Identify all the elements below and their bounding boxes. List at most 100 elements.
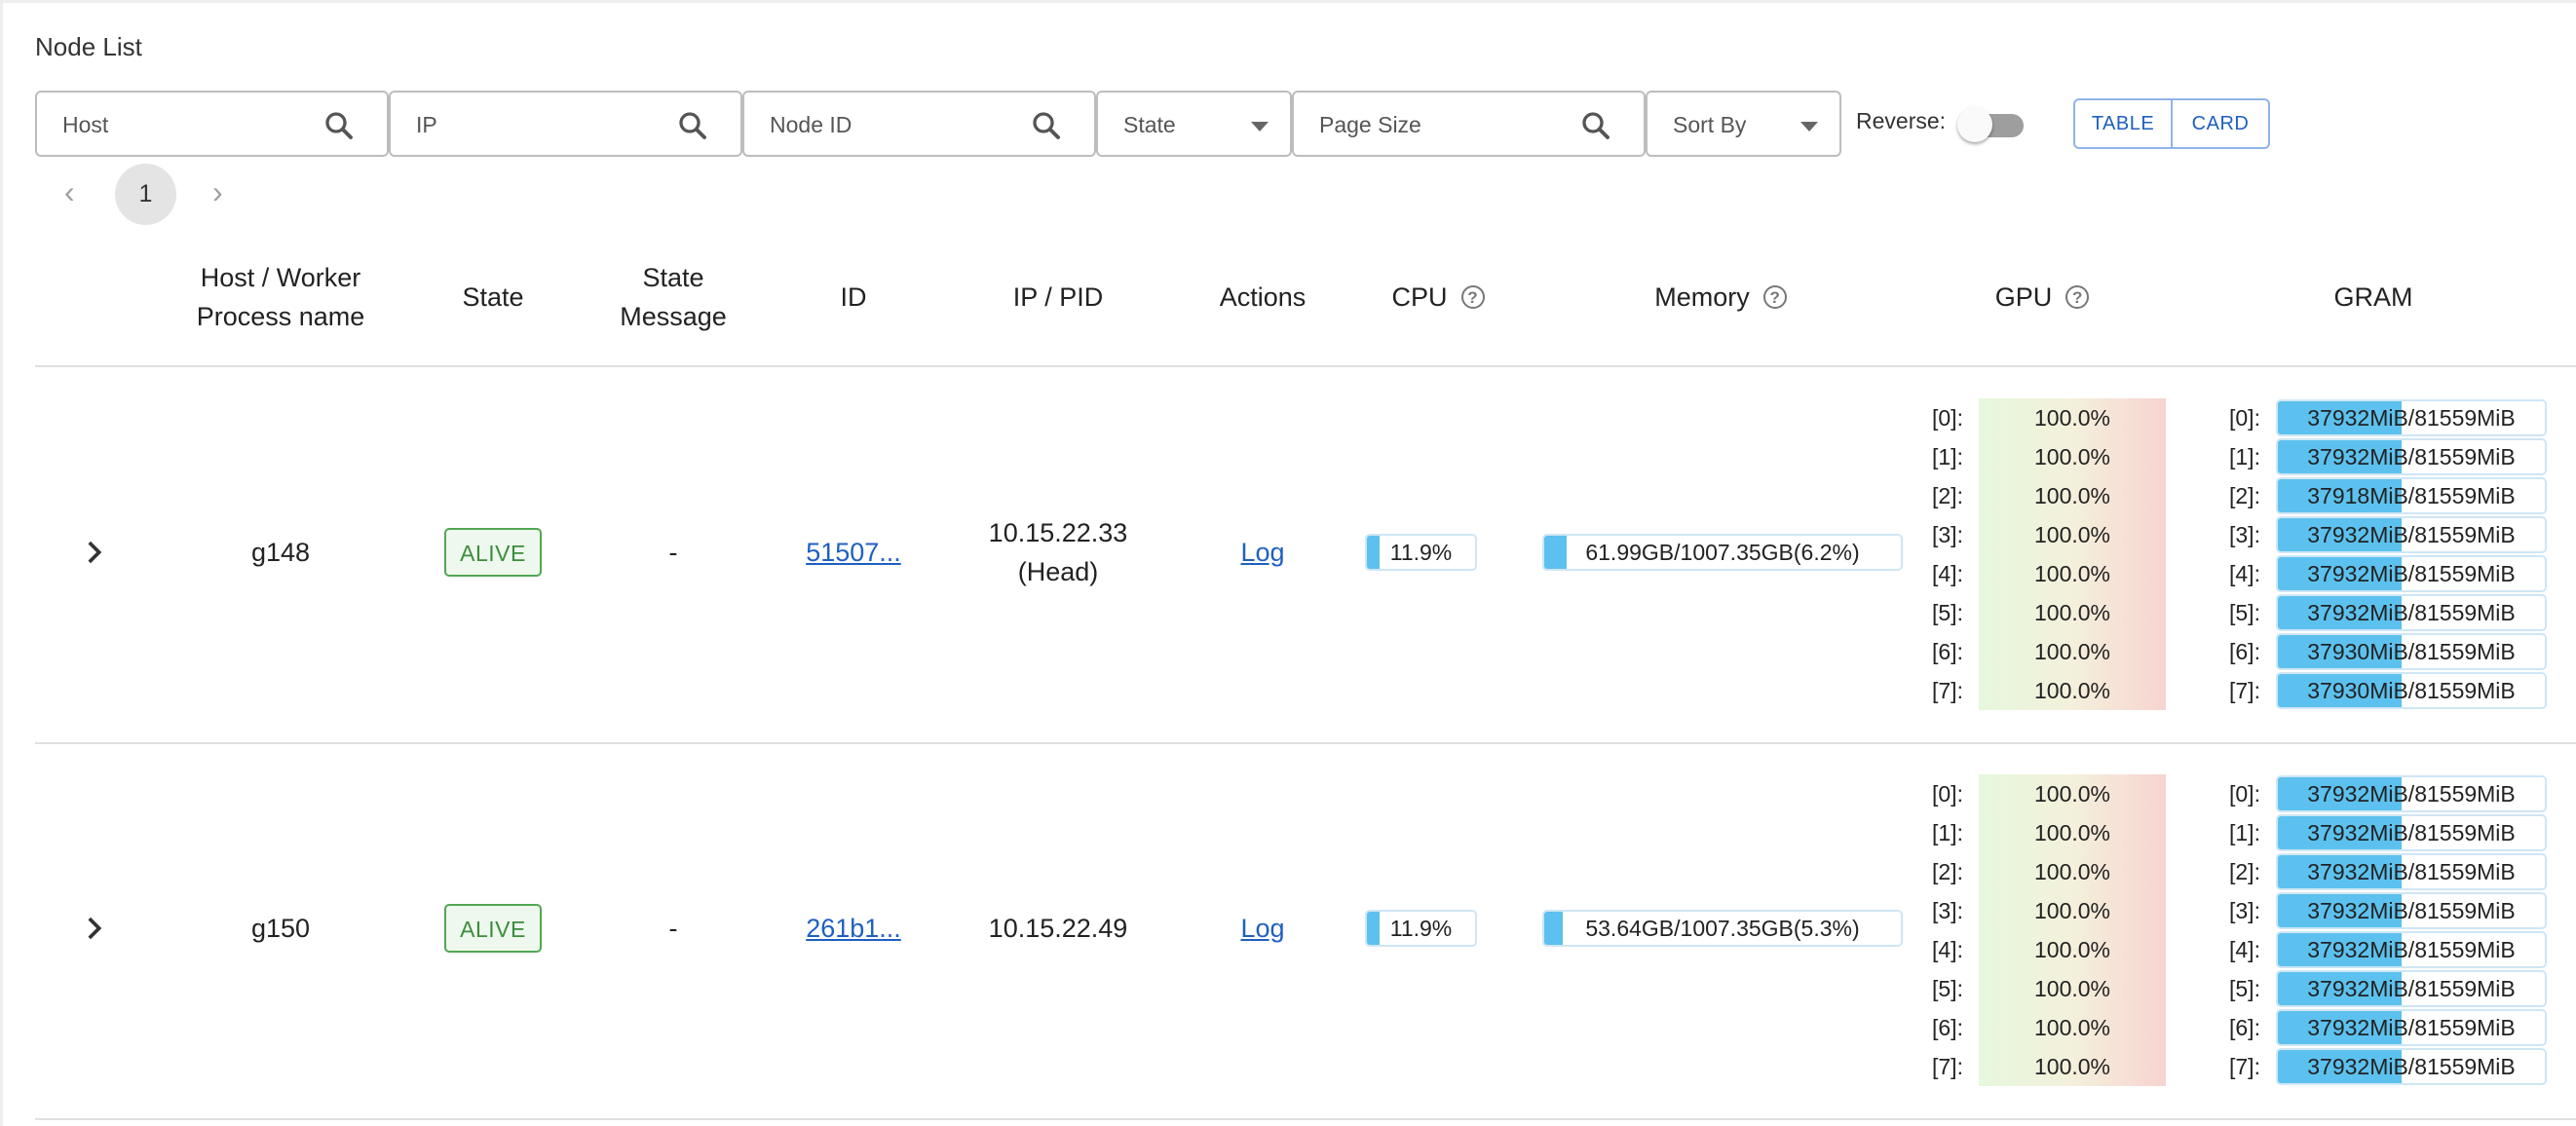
col-cpu: CPU? [1350,229,1526,365]
gram-index: [7]: [2229,678,2260,703]
node-id-link[interactable]: 51507... [806,533,901,572]
gpu-util-bar: 100.0% [1979,437,2166,476]
gram-index: [5]: [2229,976,2260,1001]
gram-bar: 37932MiB/81559MiB [2276,399,2547,436]
ip-pid-cell: 10.15.22.33 (Head) [961,504,1155,601]
gram-bar: 37932MiB/81559MiB [2276,438,2547,475]
node-id-search-placeholder: Node ID [770,112,852,137]
help-icon[interactable]: ? [1460,285,1485,309]
expand-row-button[interactable] [64,518,123,586]
node-id-cell: 51507... [785,523,922,582]
gpu-index: [5]: [1932,976,1963,1001]
gpu-util-text: 100.0% [2033,483,2110,508]
gpu-index: [4]: [1932,561,1963,586]
view-mode-group: TABLE CARD [2073,98,2270,149]
gram-index: [3]: [2229,522,2260,547]
col-state-message-line1: State [642,263,704,292]
gram-bar-text: 37932MiB/81559MiB [2307,1015,2516,1040]
sort-by-select[interactable]: Sort By [1646,91,1841,157]
card-view-button[interactable]: CARD [2171,100,2268,147]
prev-page-button[interactable]: ‹ [64,175,75,208]
page-size-placeholder: Page Size [1319,112,1421,137]
search-icon[interactable] [1578,108,1613,143]
state-select[interactable]: State [1096,91,1292,157]
page-1-button[interactable]: 1 [115,164,176,225]
gram-bar-text: 37932MiB/81559MiB [2307,781,2516,807]
gpu-index: [2]: [1932,483,1963,508]
cpu-bar: 11.9% [1365,534,1477,571]
col-gram: GRAM [2333,282,2413,312]
gram-bar: 37930MiB/81559MiB [2276,633,2547,670]
gram-bar-text: 37932MiB/81559MiB [2307,820,2516,845]
table-view-button[interactable]: TABLE [2075,100,2171,147]
gram-index: [0]: [2229,405,2260,431]
table-row: g148 ALIVE - 51507... 10.15.22.33 (Head) … [35,367,2576,744]
status-badge: ALIVE [444,904,542,953]
gpu-index: [7]: [1932,1054,1963,1079]
log-link[interactable]: Log [1240,909,1284,948]
gram-bar-text: 37932MiB/81559MiB [2307,600,2516,625]
col-state-message-line2: Message [620,302,727,331]
gpu-util-bar: 100.0% [1979,632,2166,671]
gpu-util-text: 100.0% [2033,1015,2110,1040]
col-memory-label: Memory [1654,282,1750,312]
search-icon[interactable] [322,108,357,143]
host-search-field[interactable]: Host [35,91,389,157]
expand-row-button[interactable] [64,894,123,962]
gpu-util-bar: 100.0% [1979,554,2166,593]
node-id-search-field[interactable]: Node ID [742,91,1096,157]
gpu-util-text: 100.0% [2033,522,2110,547]
gpu-util-bar: 100.0% [1979,774,2166,813]
search-icon[interactable] [675,108,710,143]
gpu-util-text: 100.0% [2033,405,2110,431]
gpu-index: [3]: [1932,898,1963,923]
gram-bar-text: 37932MiB/81559MiB [2307,405,2516,431]
ip-pid-cell: 10.15.22.49 [961,899,1155,957]
gram-index: [1]: [2229,820,2260,845]
gpu-util-text: 100.0% [2033,937,2110,962]
gpu-util-text: 100.0% [2033,678,2110,703]
gram-bar-text: 37932MiB/81559MiB [2307,1054,2516,1079]
gpu-index: [1]: [1932,444,1963,469]
gpu-util-bar: 100.0% [1979,1008,2166,1047]
gpu-util-text: 100.0% [2033,820,2110,845]
gram-bar-text: 37932MiB/81559MiB [2307,859,2516,884]
gpu-util-text: 100.0% [2033,1054,2110,1079]
gram-index: [6]: [2229,1015,2260,1040]
gram-bar: 37932MiB/81559MiB [2276,931,2547,968]
col-host: Host / Worker Process name [183,229,378,365]
state-cell: ALIVE [425,899,561,957]
chevron-right-icon [88,917,102,940]
col-memory: Memory? [1574,229,1867,365]
page-size-field[interactable]: Page Size [1292,91,1646,157]
memory-bar-text: 53.64GB/1007.35GB(5.3%) [1585,916,1860,941]
node-id-link[interactable]: 261b1... [806,909,901,948]
help-icon[interactable]: ? [1762,285,1787,309]
gram-bar: 37932MiB/81559MiB [2276,892,2547,929]
gpu-util-bar: 100.0% [1979,593,2166,632]
chevron-down-icon [1251,122,1269,131]
memory-bar: 53.64GB/1007.35GB(5.3%) [1542,910,1903,947]
gram-bar: 37932MiB/81559MiB [2276,814,2547,851]
gpu-index: [0]: [1932,781,1963,807]
search-icon[interactable] [1029,108,1064,143]
gram-bar: 37932MiB/81559MiB [2276,555,2547,592]
col-gpu-label: GPU [1994,282,2053,312]
help-icon[interactable]: ? [2065,285,2090,309]
gpu-util-bar: 100.0% [1979,515,2166,554]
gram-index: [2]: [2229,859,2260,884]
gpu-index: [4]: [1932,937,1963,962]
gram-bar: 37930MiB/81559MiB [2276,672,2547,709]
col-actions: Actions [1219,282,1307,312]
next-page-button[interactable]: › [212,175,223,208]
ip-search-field[interactable]: IP [389,91,742,157]
node-list-page: Node List Host IP Node ID State Page Siz… [0,0,2576,1126]
ip-address: 10.15.22.49 [988,914,1128,943]
reverse-toggle[interactable] [1957,107,2033,142]
log-link[interactable]: Log [1240,533,1284,572]
memory-bar: 61.99GB/1007.35GB(6.2%) [1542,534,1903,571]
gram-index: [6]: [2229,639,2260,664]
col-state-message: State Message [605,229,741,365]
ip-address: 10.15.22.33 [988,518,1128,547]
gram-bar: 37932MiB/81559MiB [2276,1048,2547,1085]
